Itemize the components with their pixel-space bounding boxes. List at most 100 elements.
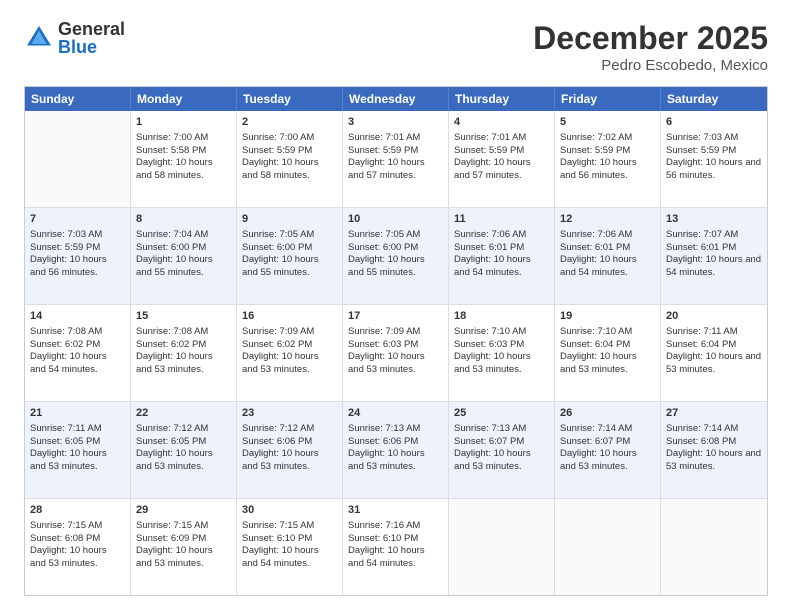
day-cell-1: 1 Sunrise: 7:00 AM Sunset: 5:58 PMDaylight… — [131, 111, 237, 207]
day-number: 30 — [242, 503, 337, 518]
calendar-header: SundayMondayTuesdayWednesdayThursdayFrid… — [25, 87, 767, 111]
day-number: 16 — [242, 309, 337, 324]
sunset-text: Sunset: 5:59 PM — [30, 242, 100, 253]
day-cell-9: 9 Sunrise: 7:05 AM Sunset: 6:00 PMDaylight… — [237, 208, 343, 304]
day-number: 5 — [560, 115, 655, 130]
sunrise-text: Sunrise: 7:09 AM — [348, 326, 420, 337]
day-cell-30: 30Sunrise: 7:15 AMSunset: 6:10 PMDayligh… — [237, 499, 343, 595]
day-cell-23: 23Sunrise: 7:12 AMSunset: 6:06 PMDayligh… — [237, 402, 343, 498]
day-cell-12: 12Sunrise: 7:06 AMSunset: 6:01 PMDayligh… — [555, 208, 661, 304]
day-cell-31: 31Sunrise: 7:16 AMSunset: 6:10 PMDayligh… — [343, 499, 449, 595]
day-number: 25 — [454, 406, 549, 421]
weekday-header-saturday: Saturday — [661, 87, 767, 111]
logo-blue-text: Blue — [58, 38, 125, 56]
weekday-header-friday: Friday — [555, 87, 661, 111]
daylight-text: Daylight: 10 hours and 53 minutes. — [242, 448, 319, 472]
sunrise-text: Sunrise: 7:02 AM — [560, 132, 632, 143]
page: General Blue December 2025 Pedro Escobed… — [0, 0, 792, 612]
day-cell-8: 8Sunrise: 7:04 AMSunset: 6:00 PMDaylight… — [131, 208, 237, 304]
daylight-text: Daylight: 10 hours and 53 minutes. — [136, 545, 213, 569]
logo-icon — [24, 23, 54, 53]
logo-text: General Blue — [58, 20, 125, 56]
day-cell-11: 11Sunrise: 7:06 AMSunset: 6:01 PMDayligh… — [449, 208, 555, 304]
sunrise-text: Sunrise: 7:06 AM — [560, 229, 632, 240]
daylight-text: Daylight: 10 hours and 58 minutes. — [242, 157, 319, 181]
calendar-row: 14Sunrise: 7:08 AMSunset: 6:02 PMDayligh… — [25, 305, 767, 402]
daylight-text: Daylight: 10 hours and 55 minutes. — [136, 254, 213, 278]
sunset-text: Sunset: 6:07 PM — [560, 436, 630, 447]
day-cell-24: 24Sunrise: 7:13 AMSunset: 6:06 PMDayligh… — [343, 402, 449, 498]
day-cell-10: 10Sunrise: 7:05 AMSunset: 6:00 PMDayligh… — [343, 208, 449, 304]
sunrise-text: Sunrise: 7:05 AM — [348, 229, 420, 240]
day-number: 17 — [348, 309, 443, 324]
daylight-text: Daylight: 10 hours and 53 minutes. — [666, 351, 761, 375]
daylight-text: Daylight: 10 hours and 54 minutes. — [666, 254, 761, 278]
sunrise-text: Sunrise: 7:05 AM — [242, 229, 314, 240]
sunrise-text: Sunrise: 7:15 AM — [30, 520, 102, 531]
day-number: 27 — [666, 406, 762, 421]
sunset-text: Sunset: 6:04 PM — [560, 339, 630, 350]
day-number: 15 — [136, 309, 231, 324]
day-number: 29 — [136, 503, 231, 518]
day-number: 1 — [136, 115, 231, 130]
day-cell-26: 26Sunrise: 7:14 AMSunset: 6:07 PMDayligh… — [555, 402, 661, 498]
sunset-text: Sunset: 6:02 PM — [242, 339, 312, 350]
day-cell-27: 27Sunrise: 7:14 AMSunset: 6:08 PMDayligh… — [661, 402, 767, 498]
sunrise-text: Sunrise: 7:16 AM — [348, 520, 420, 531]
sunset-text: Sunset: 6:08 PM — [30, 533, 100, 544]
daylight-text: Daylight: 10 hours and 54 minutes. — [242, 545, 319, 569]
day-number: 18 — [454, 309, 549, 324]
sunrise-text: Sunrise: 7:00 AM — [136, 132, 208, 143]
daylight-text: Daylight: 10 hours and 58 minutes. — [136, 157, 213, 181]
day-cell-5: 5Sunrise: 7:02 AMSunset: 5:59 PMDaylight… — [555, 111, 661, 207]
day-number: 2 — [242, 115, 337, 130]
daylight-text: Daylight: 10 hours and 56 minutes. — [666, 157, 761, 181]
sunset-text: Sunset: 6:00 PM — [348, 242, 418, 253]
sunrise-text: Sunrise: 7:04 AM — [136, 229, 208, 240]
day-number: 22 — [136, 406, 231, 421]
empty-cell — [449, 499, 555, 595]
daylight-text: Daylight: 10 hours and 53 minutes. — [560, 351, 637, 375]
day-number: 8 — [136, 212, 231, 227]
calendar-row: 1Sunrise: 7:00 AMSunset: 5:58 PMDaylight… — [25, 111, 767, 208]
daylight-text: Daylight: 10 hours and 54 minutes. — [30, 351, 107, 375]
daylight-text: Daylight: 10 hours and 53 minutes. — [666, 448, 761, 472]
day-number: 10 — [348, 212, 443, 227]
day-number: 31 — [348, 503, 443, 518]
weekday-header-wednesday: Wednesday — [343, 87, 449, 111]
day-cell-2: 2Sunrise: 7:00 AMSunset: 5:59 PMDaylight… — [237, 111, 343, 207]
day-number: 12 — [560, 212, 655, 227]
daylight-text: Daylight: 10 hours and 54 minutes. — [560, 254, 637, 278]
day-cell-6: 6Sunrise: 7:03 AMSunset: 5:59 PMDaylight… — [661, 111, 767, 207]
sunrise-text: Sunrise: 7:12 AM — [242, 423, 314, 434]
day-cell-20: 20Sunrise: 7:11 AMSunset: 6:04 PMDayligh… — [661, 305, 767, 401]
sunset-text: Sunset: 6:04 PM — [666, 339, 736, 350]
logo: General Blue — [24, 20, 125, 56]
daylight-text: Daylight: 10 hours and 55 minutes. — [242, 254, 319, 278]
sunset-text: Sunset: 5:58 PM — [136, 145, 206, 156]
logo-general-text: General — [58, 20, 125, 38]
sunrise-text: Sunrise: 7:12 AM — [136, 423, 208, 434]
sunrise-text: Sunrise: 7:15 AM — [136, 520, 208, 531]
day-number: 24 — [348, 406, 443, 421]
sunrise-text: Sunrise: 7:01 AM — [348, 132, 420, 143]
sunrise-text: Sunrise: 7:11 AM — [30, 423, 102, 434]
calendar-row: 21Sunrise: 7:11 AMSunset: 6:05 PMDayligh… — [25, 402, 767, 499]
sunset-text: Sunset: 6:00 PM — [242, 242, 312, 253]
day-number: 9 — [242, 212, 337, 227]
day-cell-17: 17Sunrise: 7:09 AMSunset: 6:03 PMDayligh… — [343, 305, 449, 401]
day-cell-16: 16Sunrise: 7:09 AMSunset: 6:02 PMDayligh… — [237, 305, 343, 401]
title-block: December 2025 Pedro Escobedo, Mexico — [533, 20, 768, 74]
day-number: 28 — [30, 503, 125, 518]
sunset-text: Sunset: 6:10 PM — [348, 533, 418, 544]
sunrise-text: Sunrise: 7:14 AM — [560, 423, 632, 434]
day-cell-3: 3Sunrise: 7:01 AMSunset: 5:59 PMDaylight… — [343, 111, 449, 207]
sunset-text: Sunset: 6:02 PM — [136, 339, 206, 350]
sunrise-text: Sunrise: 7:10 AM — [560, 326, 632, 337]
day-number: 6 — [666, 115, 762, 130]
daylight-text: Daylight: 10 hours and 53 minutes. — [242, 351, 319, 375]
day-number: 23 — [242, 406, 337, 421]
sunrise-text: Sunrise: 7:03 AM — [30, 229, 102, 240]
sunset-text: Sunset: 6:07 PM — [454, 436, 524, 447]
day-number: 21 — [30, 406, 125, 421]
